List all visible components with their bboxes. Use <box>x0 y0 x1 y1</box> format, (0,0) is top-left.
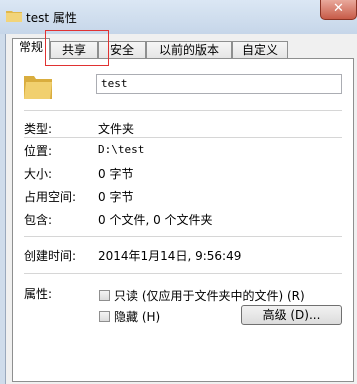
folder-icon <box>6 11 22 22</box>
hidden-label: 隐藏 (H) <box>114 310 161 324</box>
readonly-checkbox[interactable] <box>99 290 110 301</box>
tab-customize[interactable]: 自定义 <box>232 41 288 59</box>
divider <box>24 137 342 138</box>
type-label: 类型: <box>24 122 53 136</box>
created-value: 2014年1月14日, 9:56:49 <box>98 249 242 263</box>
window-title: test 属性 <box>26 11 77 25</box>
readonly-label: 只读 (仅应用于文件夹中的文件) (R) <box>114 289 305 303</box>
size-label: 大小: <box>24 167 53 181</box>
size-on-disk-value: 0 字节 <box>98 190 134 204</box>
size-value: 0 字节 <box>98 167 134 181</box>
hidden-checkbox[interactable] <box>99 311 110 322</box>
location-label: 位置: <box>24 144 53 158</box>
size-on-disk-label: 占用空间: <box>24 190 77 204</box>
close-button[interactable]: ✕ <box>320 0 357 20</box>
folder-large-icon <box>24 76 52 99</box>
type-value: 文件夹 <box>98 122 135 136</box>
created-label: 创建时间: <box>24 249 77 263</box>
title-bar: test 属性 ✕ <box>0 0 357 34</box>
attributes-label: 属性: <box>24 287 53 301</box>
name-field[interactable]: test <box>96 74 342 94</box>
contains-label: 包含: <box>24 213 53 227</box>
divider <box>24 110 342 111</box>
highlight-box <box>45 30 109 66</box>
advanced-button[interactable]: 高级 (D)... <box>241 305 342 325</box>
tab-previous-versions[interactable]: 以前的版本 <box>146 41 232 59</box>
contains-value: 0 个文件, 0 个文件夹 <box>98 213 213 227</box>
divider <box>24 273 342 274</box>
divider <box>24 236 342 237</box>
location-value: D:\test <box>98 143 145 156</box>
